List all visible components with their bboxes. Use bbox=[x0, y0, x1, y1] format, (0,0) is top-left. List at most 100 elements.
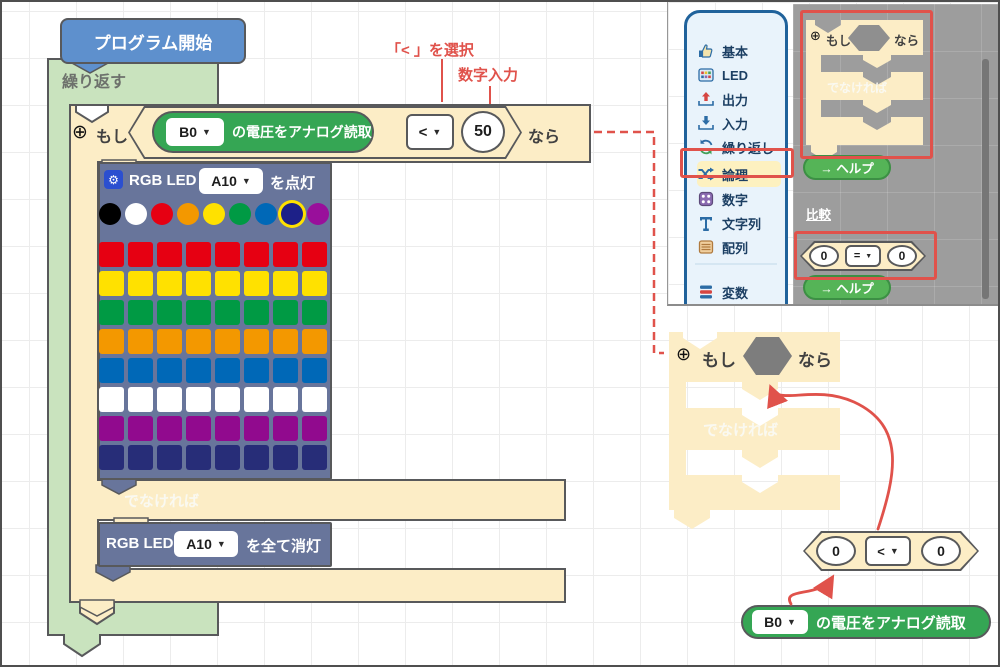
grid-cell[interactable] bbox=[244, 416, 269, 441]
palette-color[interactable] bbox=[177, 203, 199, 225]
grid-cell[interactable] bbox=[273, 242, 298, 267]
grid-cell[interactable] bbox=[128, 242, 153, 267]
palette-color[interactable] bbox=[307, 203, 329, 225]
grid-cell[interactable] bbox=[186, 242, 211, 267]
grid-cell[interactable] bbox=[128, 300, 153, 325]
grid-cell[interactable] bbox=[157, 358, 182, 383]
analog-read-block[interactable]: B0▼ の電圧をアナログ読取 bbox=[152, 111, 374, 153]
grid-cell[interactable] bbox=[99, 300, 124, 325]
palette-color[interactable] bbox=[125, 203, 147, 225]
grid-cell[interactable] bbox=[99, 271, 124, 296]
grid-cell[interactable] bbox=[215, 329, 240, 354]
grid-cell[interactable] bbox=[273, 271, 298, 296]
rgb-on-port-dropdown[interactable]: A10▼ bbox=[199, 168, 263, 194]
grid-cell[interactable] bbox=[128, 329, 153, 354]
gear-icon[interactable]: ⚙ bbox=[104, 170, 123, 189]
palette-color[interactable] bbox=[99, 203, 121, 225]
grid-cell[interactable] bbox=[244, 271, 269, 296]
grid-cell[interactable] bbox=[186, 358, 211, 383]
grid-cell[interactable] bbox=[215, 358, 240, 383]
palette-color[interactable] bbox=[255, 203, 277, 225]
analog-read-block[interactable]: B0▼ の電圧をアナログ読取 bbox=[741, 605, 991, 639]
grid-cell[interactable] bbox=[302, 416, 327, 441]
palette-color[interactable] bbox=[281, 203, 303, 225]
port-dropdown[interactable]: B0▼ bbox=[752, 610, 808, 634]
grid-cell[interactable] bbox=[128, 358, 153, 383]
grid-cell[interactable] bbox=[99, 329, 124, 354]
grid-cell[interactable] bbox=[186, 300, 211, 325]
rgb-off-port-dropdown[interactable]: A10▼ bbox=[174, 531, 238, 557]
grid-cell[interactable] bbox=[186, 416, 211, 441]
toolbox-item-input[interactable]: 入力 bbox=[697, 110, 781, 136]
grid-cell[interactable] bbox=[99, 242, 124, 267]
grid-cell[interactable] bbox=[302, 445, 327, 470]
grid-cell[interactable] bbox=[302, 300, 327, 325]
toolbox-item-output[interactable]: 出力 bbox=[697, 86, 781, 112]
grid-cell[interactable] bbox=[273, 329, 298, 354]
grid-cell[interactable] bbox=[273, 358, 298, 383]
grid-cell[interactable] bbox=[244, 387, 269, 412]
toolbox-item-basic[interactable]: 基本 bbox=[697, 38, 781, 64]
number-input[interactable]: 50 bbox=[461, 111, 505, 153]
grid-cell[interactable] bbox=[215, 445, 240, 470]
grid-cell[interactable] bbox=[244, 329, 269, 354]
grid-cell[interactable] bbox=[302, 329, 327, 354]
grid-cell[interactable] bbox=[302, 358, 327, 383]
toolbox-item-number[interactable]: 数字 bbox=[697, 186, 781, 212]
compare-left-input[interactable]: 0 bbox=[816, 536, 856, 566]
grid-cell[interactable] bbox=[128, 271, 153, 296]
grid-cell[interactable] bbox=[157, 387, 182, 412]
grid-cell[interactable] bbox=[157, 242, 182, 267]
grid-cell[interactable] bbox=[157, 445, 182, 470]
compare-highlight-box bbox=[794, 231, 937, 280]
grid-cell[interactable] bbox=[186, 387, 211, 412]
grid-cell[interactable] bbox=[157, 300, 182, 325]
grid-cell[interactable] bbox=[302, 242, 327, 267]
grid-cell[interactable] bbox=[128, 445, 153, 470]
toolbox-item-led[interactable]: LED bbox=[697, 62, 781, 88]
operator-value: < bbox=[419, 124, 428, 141]
grid-cell[interactable] bbox=[215, 242, 240, 267]
grid-cell[interactable] bbox=[273, 387, 298, 412]
palette-color[interactable] bbox=[229, 203, 251, 225]
grid-cell[interactable] bbox=[99, 416, 124, 441]
toolbox-item-partial[interactable] bbox=[701, 305, 717, 306]
compare-operator-dropdown[interactable]: <▼ bbox=[865, 536, 911, 566]
toolbox-item-string[interactable]: 文字列 bbox=[697, 210, 781, 236]
grid-cell[interactable] bbox=[244, 242, 269, 267]
grid-cell[interactable] bbox=[99, 387, 124, 412]
grid-cell[interactable] bbox=[128, 387, 153, 412]
operator-dropdown[interactable]: <▼ bbox=[406, 114, 454, 150]
grid-cell[interactable] bbox=[157, 416, 182, 441]
grid-cell[interactable] bbox=[186, 445, 211, 470]
grid-cell[interactable] bbox=[128, 416, 153, 441]
grid-cell[interactable] bbox=[186, 329, 211, 354]
plus-icon[interactable]: ⊕ bbox=[72, 121, 88, 144]
grid-cell[interactable] bbox=[215, 416, 240, 441]
grid-cell[interactable] bbox=[215, 300, 240, 325]
grid-cell[interactable] bbox=[157, 271, 182, 296]
grid-cell[interactable] bbox=[302, 387, 327, 412]
compare-heading: 比較 bbox=[806, 204, 831, 223]
grid-cell[interactable] bbox=[99, 358, 124, 383]
toolbox-item-variable[interactable]: 変数 bbox=[697, 279, 781, 305]
compare-right-input[interactable]: 0 bbox=[921, 536, 961, 566]
palette-color[interactable] bbox=[151, 203, 173, 225]
toolbox-item-array[interactable]: 配列 bbox=[697, 234, 781, 260]
grid-cell[interactable] bbox=[273, 445, 298, 470]
port-dropdown[interactable]: B0▼ bbox=[166, 118, 224, 146]
grid-cell[interactable] bbox=[157, 329, 182, 354]
grid-cell[interactable] bbox=[215, 271, 240, 296]
grid-cell[interactable] bbox=[302, 271, 327, 296]
program-start-block[interactable]: プログラム開始 bbox=[60, 18, 246, 64]
grid-cell[interactable] bbox=[273, 416, 298, 441]
grid-cell[interactable] bbox=[244, 300, 269, 325]
palette-color[interactable] bbox=[203, 203, 225, 225]
grid-cell[interactable] bbox=[99, 445, 124, 470]
grid-cell[interactable] bbox=[244, 358, 269, 383]
grid-cell[interactable] bbox=[186, 271, 211, 296]
flyout-scrollbar[interactable] bbox=[982, 59, 989, 299]
grid-cell[interactable] bbox=[215, 387, 240, 412]
grid-cell[interactable] bbox=[273, 300, 298, 325]
grid-cell[interactable] bbox=[244, 445, 269, 470]
